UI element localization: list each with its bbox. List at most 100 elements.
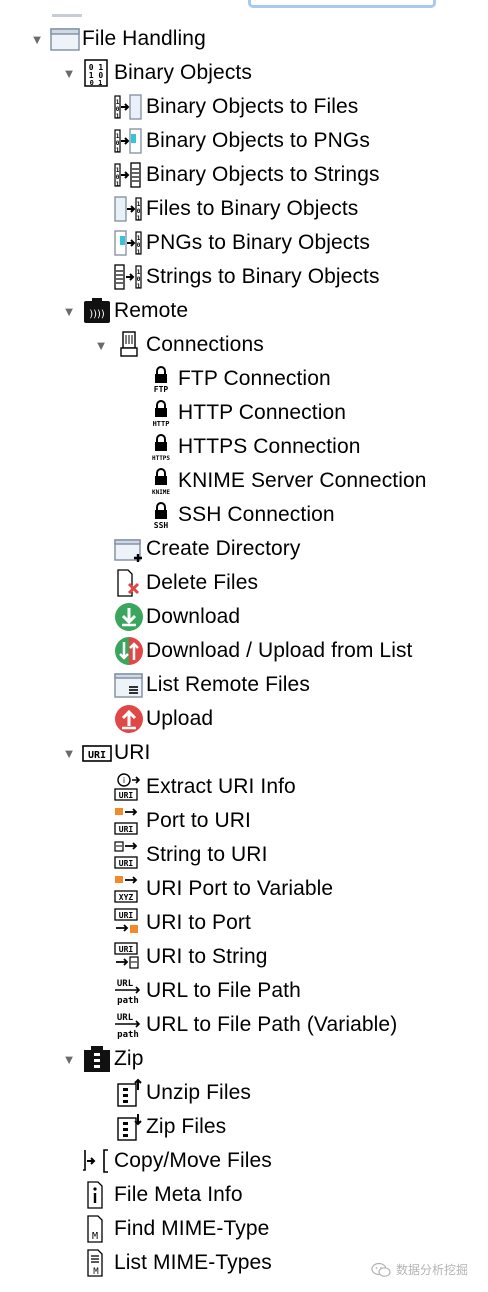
lock-icon: HTTPS — [146, 432, 176, 462]
tree-item-remote-2[interactable]: Download — [90, 600, 240, 634]
file-meta-icon — [82, 1180, 112, 1210]
tree-item-remote-3-label: Download / Upload from List — [146, 639, 413, 662]
tree-item-uri-5[interactable]: URI URI to String — [90, 940, 268, 974]
search-field-edge[interactable] — [248, 0, 436, 8]
strings-to-binary-icon: 101 — [114, 262, 144, 292]
tree-item-uri-4-label: URI to Port — [146, 911, 251, 934]
files-to-binary-icon: 101 — [114, 194, 144, 224]
tree-item-remote-5[interactable]: Upload — [90, 702, 213, 736]
svg-text:URI: URI — [119, 825, 134, 834]
svg-text:0: 0 — [116, 106, 120, 113]
expand-triangle-icon[interactable]: ▼ — [26, 22, 48, 56]
tree-item-remote-4[interactable]: List Remote Files — [90, 668, 310, 702]
tree-item-remote-2-label: Download — [146, 605, 241, 628]
tree-item-file-0-label: Copy/Move Files — [114, 1149, 272, 1172]
svg-text:URI: URI — [88, 750, 106, 761]
tree-scroll-marker — [52, 14, 82, 17]
tree-item-binary-2-label: Binary Objects to Strings — [146, 163, 380, 186]
tree-item-binary-3[interactable]: 1 0 1 Files to Binary Objects — [90, 192, 358, 226]
tree-item-zip-0[interactable]: Unzip Files — [90, 1076, 251, 1110]
tree-node-connections[interactable]: ▼ Connections — [90, 328, 264, 362]
list-remote-files-icon — [114, 670, 144, 700]
svg-text:1: 1 — [137, 235, 141, 242]
download-upload-icon — [114, 636, 144, 666]
tree-item-uri-0-label: Extract URI Info — [146, 775, 296, 798]
svg-text:FTP: FTP — [154, 385, 169, 394]
svg-text:URI: URI — [119, 859, 134, 868]
tree-item-connection-3-label: KNIME Server Connection — [178, 469, 427, 492]
svg-text:1: 1 — [116, 167, 120, 174]
remote-icon: )))) — [82, 296, 112, 326]
tree-item-remote-0-label: Create Directory — [146, 537, 301, 560]
upload-icon — [114, 704, 144, 734]
tree-item-connection-3[interactable]: KNIME KNIME Server Connection — [122, 464, 427, 498]
svg-text:1: 1 — [137, 201, 141, 208]
tree-item-remote-1[interactable]: Delete Files — [90, 566, 258, 600]
tree-item-file-1[interactable]: File Meta Info — [58, 1178, 243, 1212]
tree-item-binary-5-label: Strings to Binary Objects — [146, 265, 380, 288]
tree-item-connection-2[interactable]: HTTPS HTTPS Connection — [122, 430, 361, 464]
binary-to-pngs-icon: 101 — [114, 126, 144, 156]
tree-item-connection-1-label: HTTP Connection — [178, 401, 347, 424]
tree-item-binary-1[interactable]: 1 0 1 Binary Objects to PNGs — [90, 124, 370, 158]
tree-node-zip[interactable]: ▼ Zip — [58, 1042, 143, 1076]
tree-node-remote-label: Remote — [114, 299, 189, 322]
svg-text:i: i — [123, 776, 125, 785]
svg-text:1: 1 — [137, 269, 141, 276]
tree-item-uri-6[interactable]: URL path URL to File Path — [90, 974, 301, 1008]
lock-icon: KNIME — [146, 466, 176, 496]
tree-item-remote-3[interactable]: Download / Upload from List — [90, 634, 413, 668]
zip-icon — [82, 1044, 112, 1074]
tree-node-binary-objects[interactable]: ▼ 0 11 00 1 Binary Objects — [58, 56, 252, 90]
tree-item-uri-0[interactable]: i URI Extract URI Info — [90, 770, 296, 804]
tree-node-file-handling-label: File Handling — [82, 27, 206, 50]
uri-node-icon: XYZ — [114, 874, 144, 904]
svg-text:URI: URI — [119, 911, 134, 920]
tree-item-binary-4-label: PNGs to Binary Objects — [146, 231, 370, 254]
expand-triangle-icon[interactable]: ▼ — [58, 1042, 80, 1076]
tree-item-uri-4[interactable]: URI URI to Port — [90, 906, 251, 940]
expand-triangle-icon[interactable]: ▼ — [90, 328, 112, 362]
tree-item-uri-2-label: String to URI — [146, 843, 268, 866]
uri-node-icon: URL path — [114, 976, 144, 1006]
mime-icon: M — [82, 1214, 112, 1244]
svg-text:URL: URL — [117, 979, 134, 989]
tree-item-file-3[interactable]: M List MIME-Types — [58, 1246, 272, 1280]
tree-item-uri-7[interactable]: URL path URL to File Path (Variable) — [90, 1008, 397, 1042]
tree-item-remote-0[interactable]: Create Directory — [90, 532, 300, 566]
tree-item-binary-5[interactable]: 1 0 1 Strings to Binary Objects — [90, 260, 380, 294]
svg-text:)))): )))) — [89, 309, 105, 320]
tree-item-file-0[interactable]: Copy/Move Files — [58, 1144, 272, 1178]
expand-triangle-icon[interactable]: ▼ — [58, 294, 80, 328]
tree-item-uri-7-label: URL to File Path (Variable) — [146, 1013, 398, 1036]
tree-item-binary-4[interactable]: 1 0 1 PNGs to Binary Objects — [90, 226, 370, 260]
tree-item-connection-1[interactable]: HTTP HTTP Connection — [122, 396, 346, 430]
svg-text:1: 1 — [137, 215, 141, 222]
svg-text:M: M — [93, 1267, 99, 1277]
binary-to-files-icon: 101 — [114, 92, 144, 122]
tree-item-file-2[interactable]: M Find MIME-Type — [58, 1212, 269, 1246]
tree-item-zip-1[interactable]: Zip Files — [90, 1110, 226, 1144]
tree-node-file-handling[interactable]: ▼ File Handling — [26, 22, 206, 56]
tree-item-binary-0[interactable]: 1 0 1 Binary Objects to Files — [90, 90, 358, 124]
watermark: 数据分析挖掘 — [371, 1261, 468, 1278]
binary-to-strings-icon: 101 — [114, 160, 144, 190]
expand-triangle-icon[interactable]: ▼ — [58, 56, 80, 90]
svg-text:0: 0 — [137, 208, 141, 215]
tree-item-binary-3-label: Files to Binary Objects — [146, 197, 359, 220]
svg-text:1: 1 — [116, 133, 120, 140]
tree-item-connection-4[interactable]: SSH SSH Connection — [122, 498, 335, 532]
tree-item-binary-2[interactable]: 1 0 1 Binary Objects to Strings — [90, 158, 380, 192]
tree-node-uri[interactable]: ▼ URI URI — [58, 736, 151, 770]
tree-item-file-1-label: File Meta Info — [114, 1183, 243, 1206]
tree-item-uri-2[interactable]: URI String to URI — [90, 838, 268, 872]
expand-triangle-icon[interactable]: ▼ — [58, 736, 80, 770]
svg-text:0: 0 — [137, 242, 141, 249]
tree-item-uri-3[interactable]: XYZ URI Port to Variable — [90, 872, 333, 906]
tree-node-remote[interactable]: ▼)))) Remote — [58, 294, 188, 328]
tree-item-uri-1[interactable]: URI Port to URI — [90, 804, 251, 838]
tree-node-binary-objects-label: Binary Objects — [114, 61, 252, 84]
tree-item-connection-0[interactable]: FTP FTP Connection — [122, 362, 331, 396]
lock-icon: SSH — [146, 500, 176, 530]
tree-item-uri-3-label: URI Port to Variable — [146, 877, 334, 900]
